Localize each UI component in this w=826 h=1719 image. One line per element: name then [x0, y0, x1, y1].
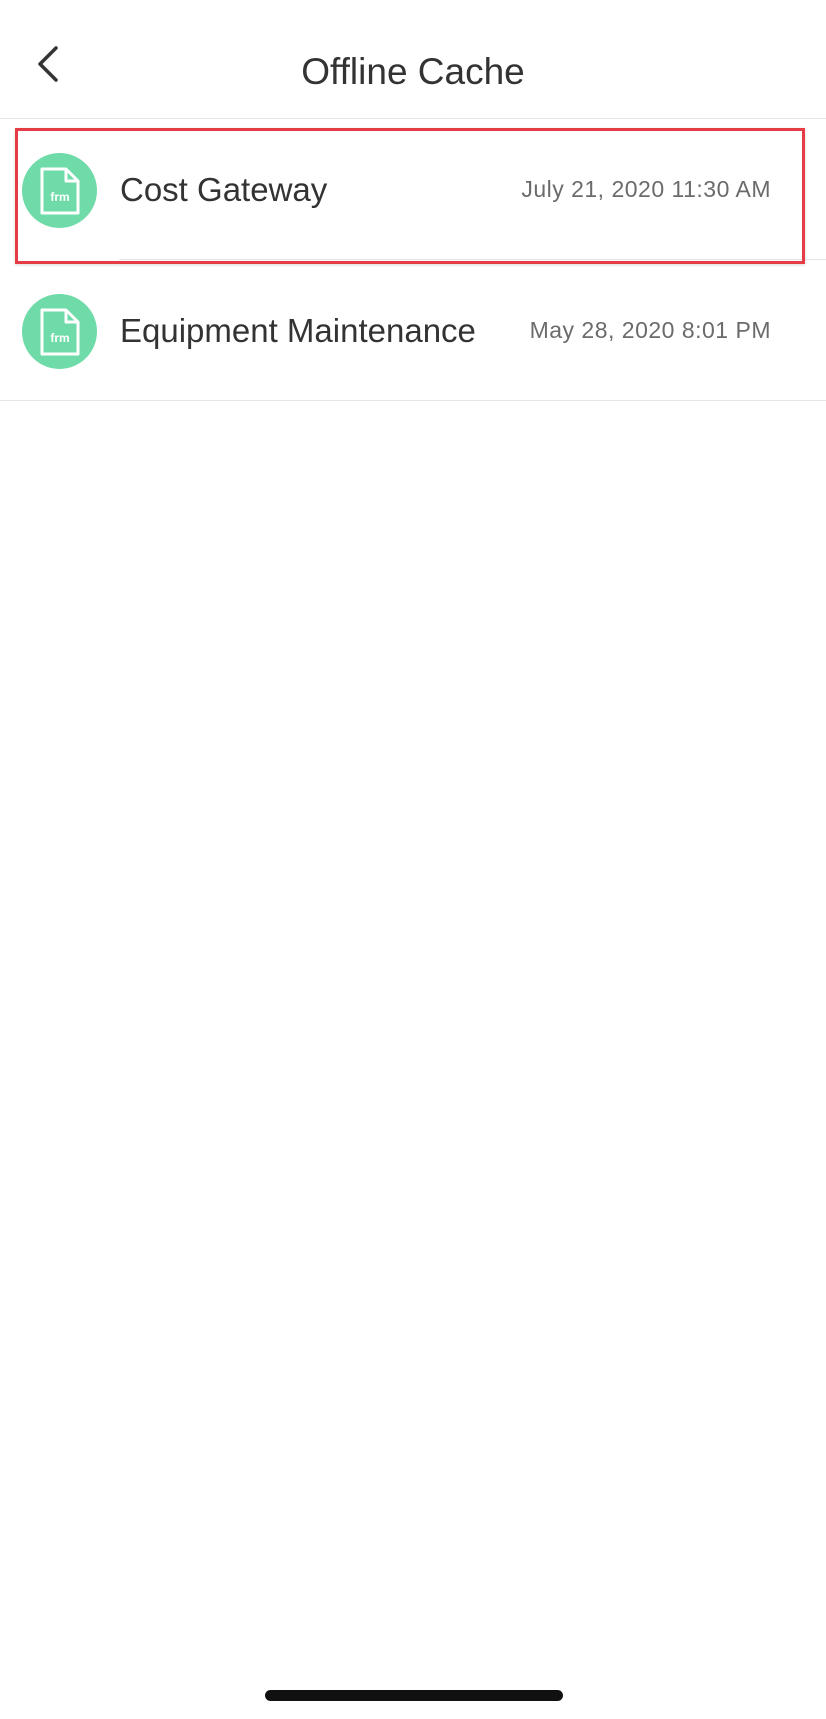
file-name: Cost Gateway [120, 171, 328, 208]
file-name: Equipment Maintenance [120, 312, 476, 349]
list-item[interactable]: frm Equipment Maintenance May 28, 2020 8… [0, 260, 826, 401]
file-date: July 21, 2020 11:30 AM [521, 176, 771, 202]
home-indicator [265, 1690, 563, 1701]
svg-text:frm: frm [50, 331, 69, 345]
navigation-bar: Offline Cache [0, 0, 826, 119]
form-file-icon: frm [22, 153, 97, 228]
file-list: frm Cost Gateway July 21, 2020 11:30 AM … [0, 119, 826, 401]
list-item[interactable]: frm Cost Gateway July 21, 2020 11:30 AM [0, 119, 826, 260]
form-file-icon: frm [22, 294, 97, 369]
file-date: May 28, 2020 8:01 PM [529, 317, 771, 343]
svg-text:frm: frm [50, 190, 69, 204]
page-title: Offline Cache [301, 51, 525, 92]
divider [0, 400, 826, 401]
